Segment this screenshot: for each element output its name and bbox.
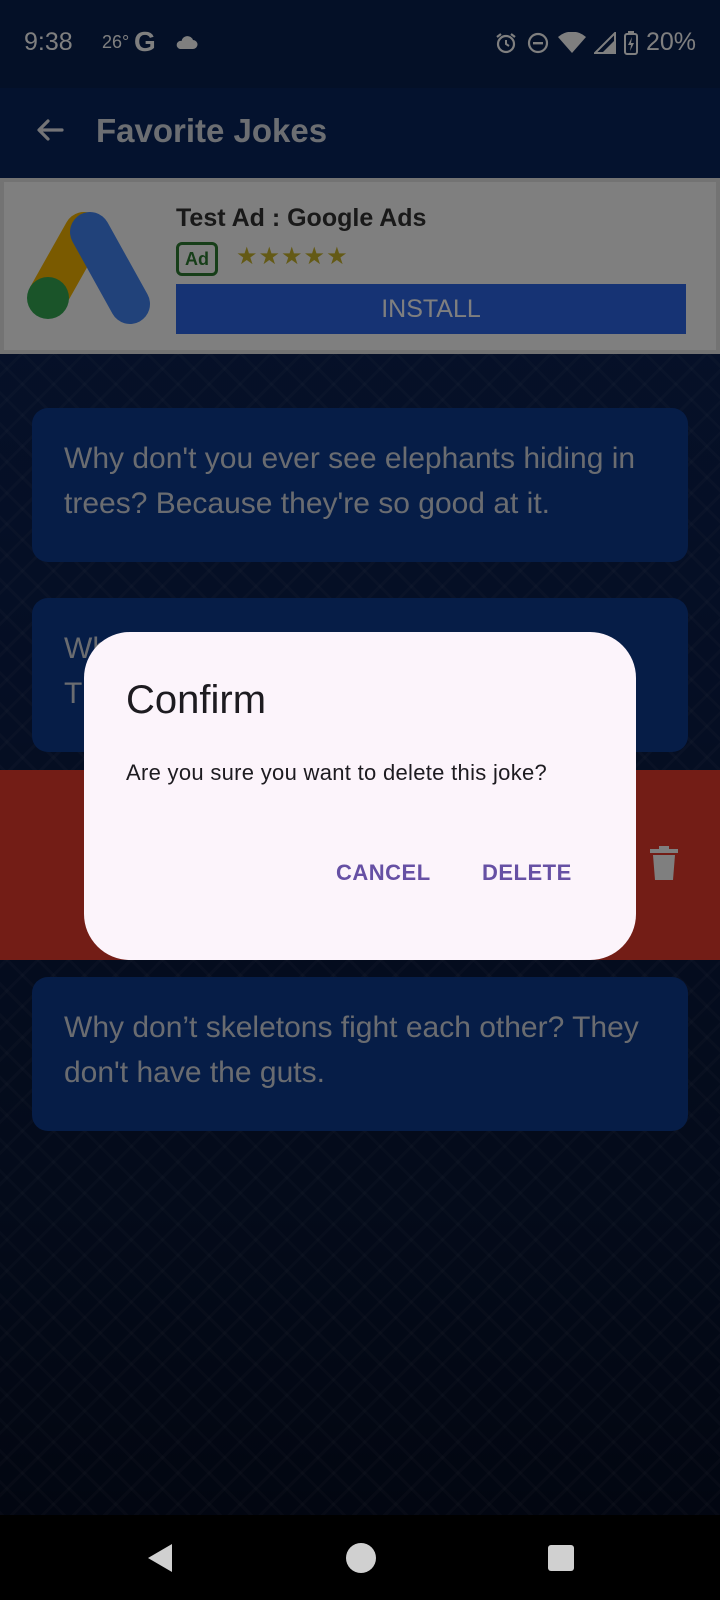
nav-home-icon[interactable] (346, 1543, 376, 1573)
dialog-message: Are you sure you want to delete this jok… (126, 760, 548, 785)
screen: 9:38 26° G 20% (0, 0, 720, 1600)
system-nav-bar (0, 1515, 720, 1600)
nav-back-icon[interactable] (146, 1543, 174, 1578)
dialog-title: Confirm (126, 678, 267, 722)
cancel-button[interactable]: CANCEL (326, 850, 441, 896)
confirm-dialog: Confirm Are you sure you want to delete … (84, 632, 636, 960)
delete-button[interactable]: DELETE (472, 850, 582, 896)
nav-recents-icon[interactable] (548, 1545, 574, 1571)
